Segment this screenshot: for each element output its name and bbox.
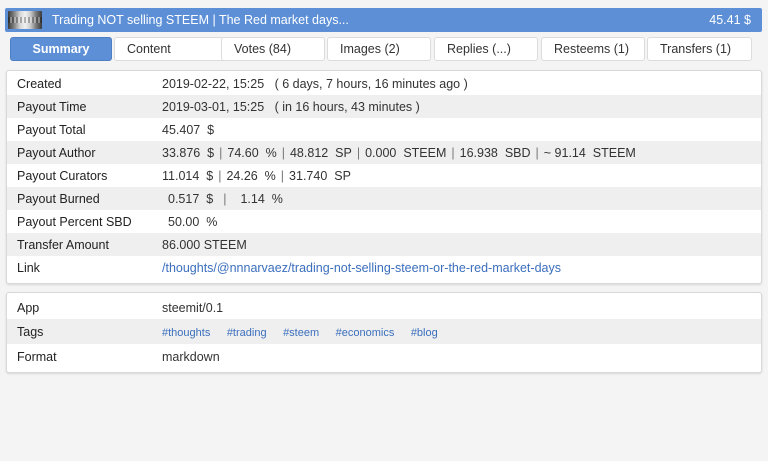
payout-author-sbd: 16.938 SBD bbox=[459, 145, 531, 160]
row-payout-author: Payout Author 33.876 $ | 74.60 % | 48.812 SP… bbox=[7, 141, 761, 164]
payout-total-value: 45.407 $ bbox=[162, 122, 215, 137]
tab-images[interactable]: Images (2) bbox=[327, 37, 431, 61]
created-value: 2019-02-22, 15:25 bbox=[162, 76, 265, 91]
tab-transfers[interactable]: Transfers (1) bbox=[647, 37, 752, 61]
post-payout-amount: 45.41 $ bbox=[709, 13, 751, 27]
payout-curators-percent: 24.26 % bbox=[226, 168, 276, 183]
post-header: Trading NOT selling STEEM | The Red mark… bbox=[5, 8, 762, 32]
payout-time-value: 2019-03-01, 15:25 bbox=[162, 99, 265, 114]
tab-votes[interactable]: Votes (84) bbox=[221, 37, 325, 61]
post-thumbnail-image[interactable] bbox=[8, 11, 42, 29]
row-payout-time: Payout Time 2019-03-01, 15:25 ( in 16 ho… bbox=[7, 95, 761, 118]
payout-burned-percent: 1.14 % bbox=[240, 191, 283, 206]
row-transfer-amount: Transfer Amount 86.000 STEEM bbox=[7, 233, 761, 256]
transfer-amount-value: 86.000 STEEM bbox=[162, 237, 247, 252]
row-payout-total: Payout Total 45.407 $ bbox=[17, 122, 215, 137]
tab-summary[interactable]: Summary bbox=[10, 37, 112, 61]
payout-author-usd: 33.876 $ bbox=[162, 145, 215, 160]
row-link: Link /thoughts/@nnnarvaez/trading-not-se… bbox=[17, 260, 561, 275]
tag-link[interactable]: #trading bbox=[227, 327, 267, 339]
payout-burned-usd: 0.517 $ bbox=[168, 191, 214, 206]
tab-replies[interactable]: Replies (...) bbox=[434, 37, 538, 61]
format-value: markdown bbox=[162, 349, 220, 364]
tab-content[interactable]: Content bbox=[114, 37, 227, 61]
row-format: Format markdown bbox=[17, 349, 220, 364]
payout-time-relative: ( in 16 hours, 43 minutes ) bbox=[274, 99, 420, 114]
tag-link[interactable]: #thoughts bbox=[162, 327, 210, 339]
post-permalink[interactable]: /thoughts/@nnnarvaez/trading-not-selling… bbox=[162, 261, 561, 275]
payout-author-steem-equiv: ~ 91.14 STEEM bbox=[543, 145, 636, 160]
tab-resteems[interactable]: Resteems (1) bbox=[541, 37, 645, 61]
payout-author-sp: 48.812 SP bbox=[289, 145, 352, 160]
post-title[interactable]: Trading NOT selling STEEM | The Red mark… bbox=[52, 13, 349, 27]
row-created: Created 2019-02-22, 15:25 ( 6 days, 7 ho… bbox=[17, 76, 468, 91]
row-payout-percent-sbd: Payout Percent SBD 50.00 % bbox=[17, 214, 218, 229]
payout-percent-sbd-value: 50.00 % bbox=[168, 214, 218, 229]
row-payout-burned: Payout Burned 0.517 $ | 1.14 % bbox=[7, 187, 761, 210]
created-relative: ( 6 days, 7 hours, 16 minutes ago ) bbox=[274, 76, 468, 91]
app-value: steemit/0.1 bbox=[162, 300, 224, 315]
payout-curators-usd: 11.014 $ bbox=[162, 168, 214, 183]
tag-link[interactable]: #economics bbox=[336, 327, 395, 339]
payout-author-percent: 74.60 % bbox=[227, 145, 277, 160]
row-payout-curators: Payout Curators 11.014 $ | 24.26 % | 31.740 … bbox=[17, 168, 351, 183]
payout-author-steem: 0.000 STEEM bbox=[365, 145, 447, 160]
row-tags: Tags #thoughts #trading #steem #economic… bbox=[7, 319, 761, 344]
row-app: App steemit/0.1 bbox=[17, 300, 224, 315]
summary-panel: Created 2019-02-22, 15:25 ( 6 days, 7 ho… bbox=[6, 70, 762, 284]
tab-bar: Summary Content Votes (84) Images (2) Re… bbox=[0, 37, 768, 63]
meta-panel: App steemit/0.1 Tags #thoughts #trading … bbox=[6, 292, 762, 373]
payout-curators-sp: 31.740 SP bbox=[289, 168, 351, 183]
tag-link[interactable]: #steem bbox=[283, 327, 319, 339]
tag-link[interactable]: #blog bbox=[411, 327, 438, 339]
